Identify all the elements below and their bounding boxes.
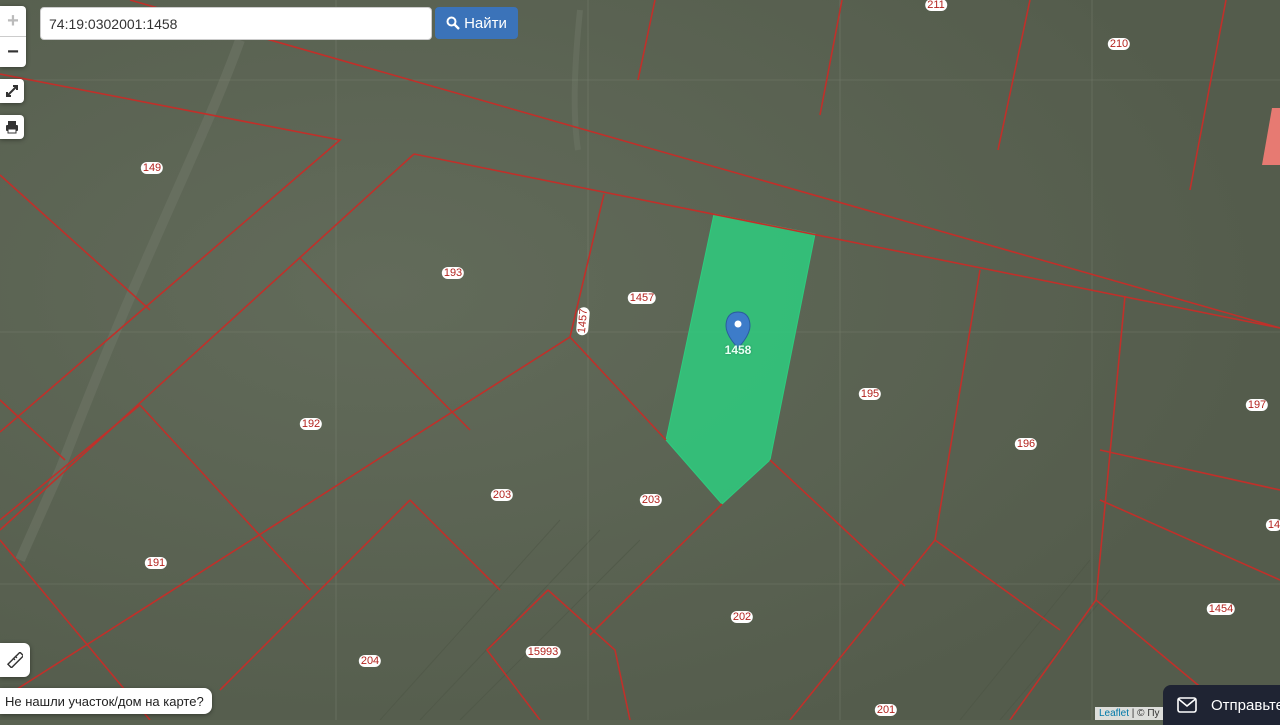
zoom-out-button[interactable]: − — [0, 36, 26, 67]
parcel-label[interactable]: 192 — [299, 418, 323, 430]
parcel-label[interactable]: 1454 — [1206, 603, 1236, 615]
send-label: Отправьте — [1211, 696, 1280, 714]
send-feedback-button[interactable]: Отправьте — [1163, 685, 1280, 725]
parcel-label[interactable]: 196 — [1014, 438, 1038, 450]
parcel-label[interactable]: 210 — [1107, 38, 1131, 50]
parcel-label[interactable]: 15993 — [525, 646, 561, 658]
parcel-label[interactable]: 191 — [144, 557, 168, 569]
ruler-icon — [7, 652, 23, 668]
zoom-in-button[interactable]: + — [0, 6, 26, 36]
parcel-label[interactable]: 203 — [490, 489, 514, 501]
envelope-icon — [1177, 697, 1197, 713]
parcel-label[interactable]: 149 — [140, 162, 164, 174]
parcel-label[interactable]: 197 — [1245, 399, 1269, 411]
parcel-label-selected[interactable]: 1458 — [723, 344, 754, 356]
parcel-label[interactable]: 193 — [441, 267, 465, 279]
not-found-label: Не нашли участок/дом на карте? — [5, 693, 204, 709]
cadastral-search-input[interactable] — [40, 7, 432, 40]
parcel-label[interactable]: 203 — [639, 494, 663, 506]
map-layer — [0, 0, 1280, 720]
search-button[interactable]: Найти — [435, 7, 518, 39]
print-button[interactable] — [0, 115, 24, 139]
leaflet-link[interactable]: Leaflet — [1099, 708, 1129, 719]
parcel-label[interactable]: 14 — [1265, 519, 1280, 531]
parcel-label[interactable]: 1457 — [627, 292, 657, 304]
parcel-label[interactable]: 195 — [858, 388, 882, 400]
parcel-label[interactable]: 211 — [925, 0, 947, 11]
parcel-label[interactable]: 202 — [730, 611, 754, 623]
fullscreen-button[interactable] — [0, 79, 24, 103]
printer-icon — [6, 121, 18, 134]
search-icon — [446, 16, 460, 30]
expand-icon — [6, 85, 18, 97]
attribution-rest: | © Пу — [1129, 708, 1160, 719]
parcel-label[interactable]: 204 — [358, 655, 382, 667]
parcel-label-rotated[interactable]: 1457 — [575, 306, 591, 336]
search-button-label: Найти — [464, 14, 507, 32]
measure-tool-button[interactable] — [0, 643, 30, 677]
zoom-control: + − — [0, 6, 26, 67]
satellite-map[interactable]: 211 210 149 193 1457 1458 195 197 196 19… — [0, 0, 1280, 720]
not-found-parcel-link[interactable]: Не нашли участок/дом на карте? — [0, 688, 212, 714]
parcel-label[interactable]: 201 — [874, 704, 898, 716]
